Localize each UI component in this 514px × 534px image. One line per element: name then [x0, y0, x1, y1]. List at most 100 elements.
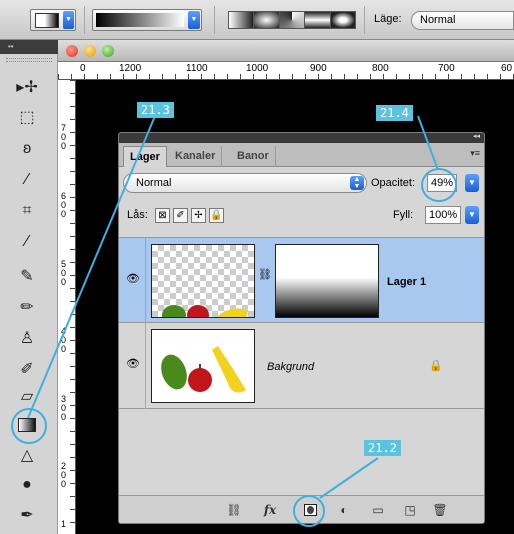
layer-thumbnail[interactable]	[151, 244, 255, 318]
tool-preset-picker[interactable]: ▼	[30, 9, 76, 31]
chain-link-icon[interactable]: ⛓	[258, 268, 272, 281]
tab-paths[interactable]: Banor	[231, 146, 276, 167]
ruler-ticks	[70, 80, 75, 534]
lock-transparency-icon[interactable]: ⊠	[155, 208, 170, 223]
gradient-tool-highlight	[11, 408, 47, 444]
link-layers-icon[interactable]: ⛓	[225, 502, 243, 518]
gradient-type-buttons	[228, 11, 356, 29]
ruler-label: 800	[372, 63, 389, 74]
divider	[145, 323, 146, 409]
blend-mode-value: Normal	[136, 177, 172, 189]
lock-position-icon[interactable]: ✢	[191, 208, 206, 223]
fruit-thumbnail	[161, 346, 246, 393]
tab-channels[interactable]: Kanaler	[169, 146, 223, 167]
lock-pixels-icon[interactable]: ✐	[173, 208, 188, 223]
eyedropper-tool-icon[interactable]: ⁄	[14, 228, 40, 256]
angle-gradient-icon[interactable]	[279, 12, 306, 28]
diamond-gradient-icon[interactable]	[330, 12, 356, 28]
marquee-tool-icon[interactable]: ⬚	[14, 104, 40, 132]
gradient-preview	[96, 13, 184, 27]
layer-row-lager1[interactable]: 👁 ⛓ Lager 1	[119, 237, 484, 324]
lasso-tool-icon[interactable]: ʚ	[14, 135, 40, 163]
ruler-label: 700	[61, 123, 67, 151]
lock-icon: 🔒	[429, 360, 443, 372]
eraser-tool-icon[interactable]: ▱	[14, 383, 40, 411]
opacity-dropdown-icon[interactable]: ▼	[465, 174, 479, 192]
document-titlebar[interactable]	[58, 40, 514, 62]
tools-panel: •• ▸✢ ⬚ ʚ ⁄ ⌗ ⁄ ✎ ✏ ♙ ✐ ▱ △ ● ✒	[0, 40, 58, 534]
tab-layers[interactable]: Lager	[123, 146, 167, 167]
gradient-picker[interactable]: ▼	[92, 9, 202, 31]
ruler-label: 400	[61, 326, 67, 354]
lock-all-icon[interactable]: 🔒	[209, 208, 224, 223]
fill-dropdown-icon[interactable]: ▼	[465, 206, 479, 224]
tool-preset-icon	[35, 13, 59, 28]
ruler-label: 1100	[186, 63, 208, 74]
mask-button-highlight	[293, 495, 325, 527]
separator	[84, 6, 85, 34]
collapse-icon[interactable]: ◂◂	[473, 133, 480, 140]
mode-value: Normal	[420, 14, 456, 26]
brush-tool-icon[interactable]: ✏	[14, 294, 40, 322]
separator	[364, 6, 365, 34]
close-icon[interactable]	[66, 45, 78, 57]
fill-field[interactable]: 100%	[425, 206, 461, 224]
vertical-ruler: 700 600 500 400 300 200 1	[58, 80, 76, 534]
move-tool-icon[interactable]: ▸✢	[14, 74, 40, 102]
adjustment-layer-icon[interactable]: ◐	[335, 502, 353, 518]
options-bar: ▼ ▼ Läge: Normal	[0, 0, 514, 40]
radial-gradient-icon[interactable]	[254, 12, 280, 28]
callout-label: 21.4	[376, 105, 413, 121]
ruler-label: 1000	[246, 63, 269, 74]
tools-panel-header: ••	[0, 40, 58, 54]
callout-label: 21.2	[364, 440, 401, 456]
layer-thumbnail[interactable]	[151, 329, 255, 403]
ruler-ticks	[58, 74, 514, 79]
panel-menu-icon[interactable]: ▾≡	[470, 148, 480, 159]
chevron-down-icon: ▼	[63, 11, 74, 29]
panel-tabs: Lager Kanaler Banor ▾≡	[119, 143, 484, 167]
divider	[145, 238, 146, 324]
layer-row-bakgrund[interactable]: 👁 Bakgrund 🔒	[119, 323, 484, 409]
history-brush-tool-icon[interactable]: ✐	[14, 356, 40, 384]
empty-layer-area	[119, 409, 484, 495]
lock-label: Lås:	[127, 209, 148, 221]
tools-grip[interactable]	[6, 58, 52, 62]
layer-mask-thumbnail[interactable]	[275, 244, 379, 318]
fruit-thumbnail-partial	[162, 305, 248, 317]
dodge-tool-icon[interactable]: ●	[14, 471, 40, 499]
panel-header[interactable]: ◂◂	[119, 133, 484, 143]
pen-tool-icon[interactable]: ✒	[14, 502, 40, 530]
crop-tool-icon[interactable]: ⌗	[14, 197, 40, 225]
ruler-label: 700	[438, 63, 455, 74]
linear-gradient-icon[interactable]	[229, 12, 255, 28]
layer-style-fx-icon[interactable]: fx	[261, 502, 279, 518]
ruler-label: 0	[80, 63, 86, 74]
trash-icon[interactable]: 🗑	[431, 502, 449, 518]
blur-tool-icon[interactable]: △	[14, 442, 40, 470]
chevron-down-icon: ▼	[188, 11, 200, 29]
quick-selection-tool-icon[interactable]: ⁄	[14, 166, 40, 194]
blend-mode-select[interactable]: Normal ▲ ▼	[123, 173, 367, 193]
layer-name[interactable]: Bakgrund	[267, 361, 314, 373]
callout-label: 21.3	[137, 102, 174, 118]
ruler-label: 500	[61, 259, 67, 287]
horizontal-ruler: 0 1200 1100 1000 900 800 700 60	[58, 62, 514, 80]
separator	[214, 6, 215, 34]
new-group-icon[interactable]: ▭	[369, 502, 387, 518]
clone-stamp-tool-icon[interactable]: ♙	[14, 325, 40, 353]
healing-brush-tool-icon[interactable]: ✎	[14, 263, 40, 291]
fill-label: Fyll:	[393, 209, 414, 221]
ruler-label: 60	[501, 63, 513, 74]
reflected-gradient-icon[interactable]	[305, 12, 331, 28]
opacity-label: Opacitet:	[371, 177, 416, 189]
layer-name[interactable]: Lager 1	[387, 276, 426, 288]
new-layer-icon[interactable]: ◳	[401, 502, 419, 518]
minimize-icon[interactable]	[84, 45, 96, 57]
zoom-icon[interactable]	[102, 45, 114, 57]
eye-icon[interactable]: 👁	[125, 357, 141, 371]
eye-icon[interactable]: 👁	[125, 272, 141, 286]
ruler-label: 600	[61, 191, 67, 219]
mode-label: Läge:	[374, 13, 402, 25]
mode-select[interactable]: Normal	[411, 11, 514, 30]
